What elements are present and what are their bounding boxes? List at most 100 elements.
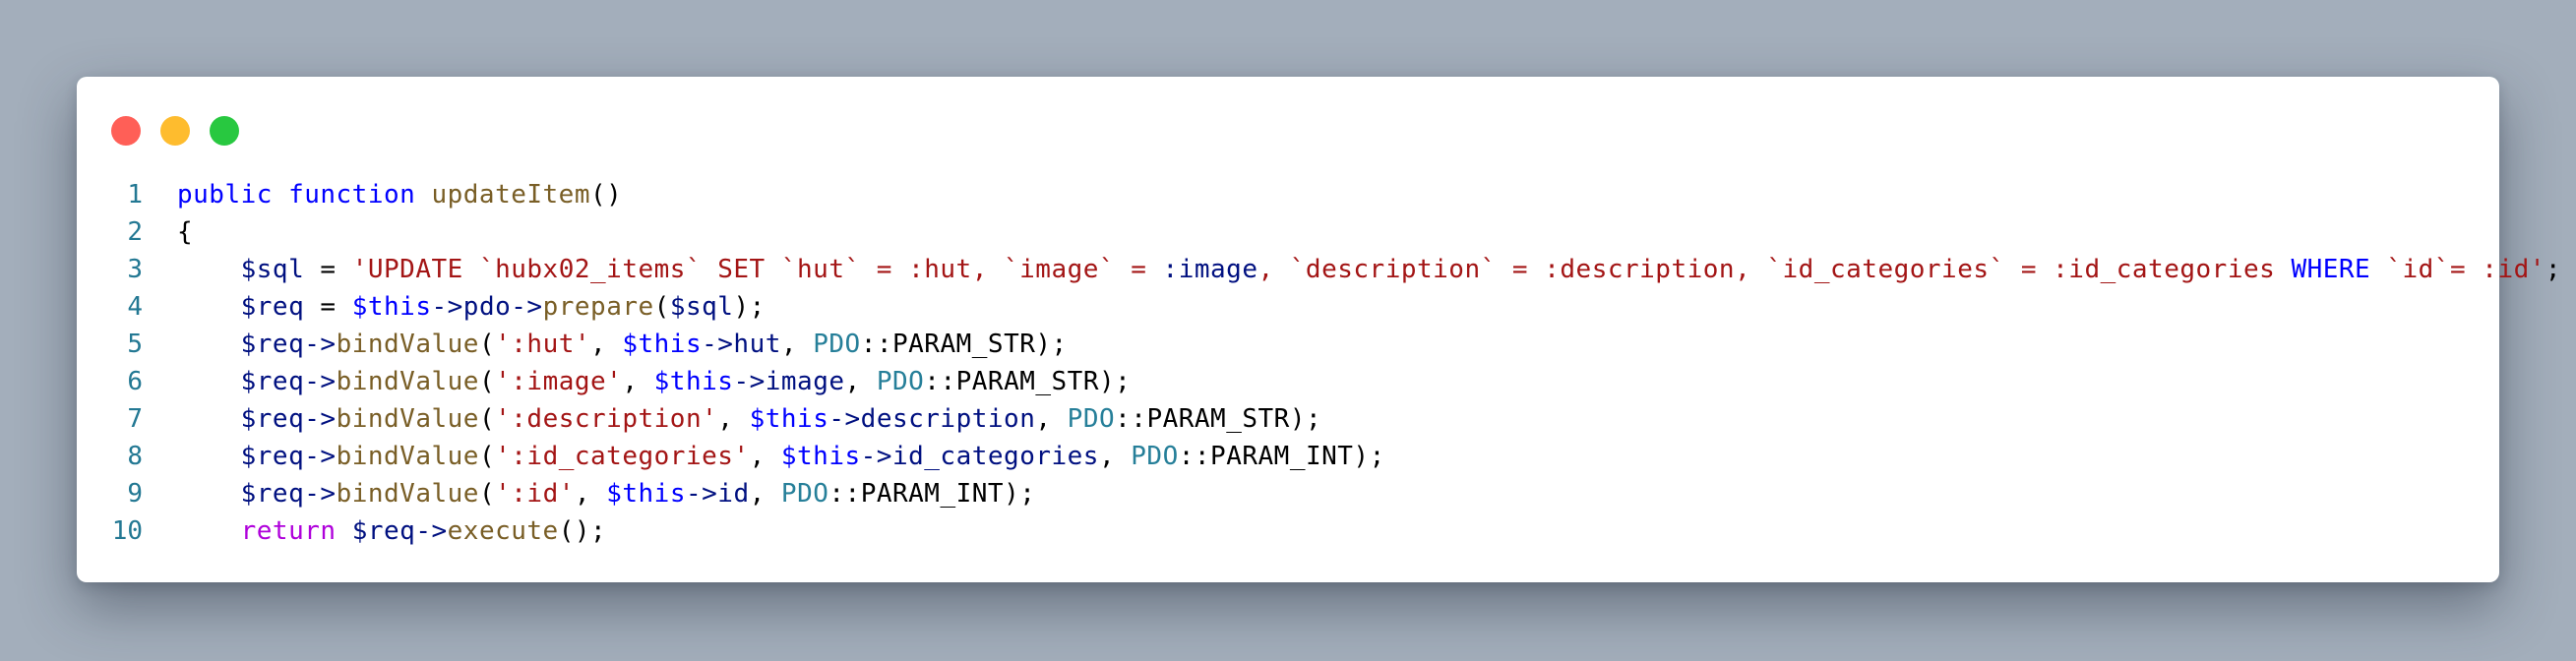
code-line: 6 $req->bindValue(':image', $this->image… bbox=[77, 363, 2499, 400]
code-token: ':id_categories' bbox=[495, 442, 750, 471]
code-text: $sql = 'UPDATE `hubx02_items` SET `hut` … bbox=[177, 251, 2561, 288]
code-token: { bbox=[177, 217, 194, 247]
line-number: 7 bbox=[127, 404, 143, 434]
code-token: ':image' bbox=[495, 367, 623, 396]
code-token: ( bbox=[478, 367, 496, 396]
code-text: $req->bindValue(':description', $this->d… bbox=[177, 400, 1321, 438]
code-token: ( bbox=[478, 330, 496, 359]
code-token: public function bbox=[177, 180, 432, 210]
line-number: 6 bbox=[127, 367, 143, 396]
code-token: PDO bbox=[780, 479, 829, 509]
minimize-window-button[interactable] bbox=[160, 116, 190, 146]
code-text: $req->bindValue(':hut', $this->hut, PDO:… bbox=[177, 326, 1068, 363]
line-number: 8 bbox=[127, 442, 143, 471]
code-token: PDO bbox=[1131, 442, 1179, 471]
code-token: -> bbox=[304, 330, 337, 359]
code-token: $this bbox=[622, 330, 703, 359]
line-number: 5 bbox=[127, 330, 143, 359]
zoom-window-button[interactable] bbox=[210, 116, 239, 146]
code-token: , bbox=[590, 330, 623, 359]
code-line: 10 return $req->execute(); bbox=[77, 512, 2499, 550]
code-token: WHERE bbox=[2291, 255, 2371, 284]
code-token: `id`= :id' bbox=[2370, 255, 2545, 284]
line-number: 10 bbox=[111, 516, 143, 546]
code-token: bindValue bbox=[336, 367, 479, 396]
code-token: PDO bbox=[876, 367, 925, 396]
code-token: -> bbox=[304, 404, 337, 434]
code-token: , bbox=[780, 330, 814, 359]
line-number: 3 bbox=[127, 255, 143, 284]
code-token: , bbox=[844, 367, 877, 396]
code-token: $req bbox=[351, 516, 416, 546]
code-window: 1 public function updateItem() 2 {3 $sql = … bbox=[77, 77, 2561, 582]
line-number: 1 bbox=[127, 180, 143, 210]
code-token: bindValue bbox=[336, 404, 479, 434]
code-token: ->id bbox=[685, 479, 750, 509]
code-token: $req bbox=[240, 479, 305, 509]
code-token: , bbox=[749, 442, 781, 471]
code-line: 1 public function updateItem() bbox=[77, 176, 2499, 213]
close-window-button[interactable] bbox=[111, 116, 141, 146]
code-line: 5 $req->bindValue(':hut', $this->hut, PD… bbox=[77, 326, 2499, 363]
code-token: ( bbox=[478, 479, 496, 509]
code-token: = bbox=[304, 292, 352, 322]
code-token: bindValue bbox=[336, 330, 479, 359]
code-token: ->description bbox=[828, 404, 1036, 434]
code-token: () bbox=[590, 180, 623, 210]
code-token: ::PARAM_INT); bbox=[1178, 442, 1385, 471]
code-token: ':id' bbox=[495, 479, 575, 509]
code-token: (); bbox=[558, 516, 607, 546]
code-token: ->hut bbox=[702, 330, 781, 359]
line-number: 9 bbox=[127, 479, 143, 509]
code-token: $req bbox=[240, 404, 305, 434]
code-token: ->image bbox=[733, 367, 845, 396]
code-token: ; bbox=[2545, 255, 2562, 284]
code-token: bindValue bbox=[336, 442, 479, 471]
code-token: $this bbox=[653, 367, 734, 396]
code-token: return bbox=[240, 516, 337, 546]
code-token: $this bbox=[749, 404, 829, 434]
code-token: ->pdo-> bbox=[431, 292, 543, 322]
code-token: ::PARAM_INT); bbox=[828, 479, 1036, 509]
code-token: ::PARAM_STR); bbox=[924, 367, 1132, 396]
code-text: { bbox=[177, 213, 193, 251]
code-token: = bbox=[304, 255, 352, 284]
code-token: -> bbox=[304, 442, 337, 471]
code-token: :image bbox=[1162, 255, 1258, 284]
code-token: -> bbox=[304, 367, 337, 396]
code-token: $req bbox=[240, 442, 305, 471]
line-number: 2 bbox=[127, 217, 143, 247]
code-token: , bbox=[1098, 442, 1132, 471]
code-token: ); bbox=[733, 292, 766, 322]
code-token: prepare bbox=[542, 292, 654, 322]
code-token: $this bbox=[351, 292, 432, 322]
code-text: $req->bindValue(':id_categories', $this-… bbox=[177, 438, 1385, 475]
code-token: ::PARAM_STR); bbox=[860, 330, 1068, 359]
code-token: PDO bbox=[1067, 404, 1116, 434]
code-token: -> bbox=[415, 516, 448, 546]
code-block: 1 public function updateItem() 2 {3 $sql = … bbox=[77, 176, 2561, 550]
code-token: , bbox=[574, 479, 607, 509]
code-token: ( bbox=[478, 404, 496, 434]
code-token: , `description` = :description, `id_cate… bbox=[1257, 255, 2292, 284]
code-token: ':description' bbox=[495, 404, 718, 434]
code-token: $req bbox=[240, 367, 305, 396]
code-line: 4 $req = $this->pdo->prepare($sql); bbox=[77, 288, 2499, 326]
code-token: execute bbox=[447, 516, 559, 546]
code-token: -> bbox=[304, 479, 337, 509]
code-token: ::PARAM_STR); bbox=[1115, 404, 1322, 434]
code-token: updateItem bbox=[431, 180, 590, 210]
code-line: 9 $req->bindValue(':id', $this->id, PDO:… bbox=[77, 475, 2499, 512]
code-text: $req->bindValue(':id', $this->id, PDO::P… bbox=[177, 475, 1035, 512]
code-token: $sql bbox=[240, 255, 305, 284]
code-token: $this bbox=[606, 479, 686, 509]
